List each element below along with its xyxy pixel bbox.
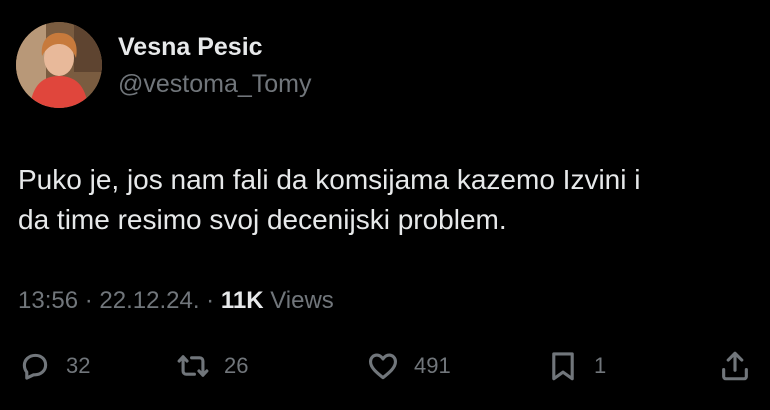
views-count: 11K <box>220 287 264 314</box>
avatar-image <box>16 22 102 108</box>
tweet-meta: 13:56 · 22.12.24. · 11K Views <box>18 287 334 315</box>
tweet-text-line: da time resimo svoj decenijski problem. <box>18 204 507 235</box>
tweet-text: Puko je, jos nam fali da komsijama kazem… <box>18 160 758 240</box>
tweet-date[interactable]: 22.12.24. <box>99 287 199 314</box>
reply-icon <box>22 353 48 380</box>
tweet-text-line: Puko je, jos nam fali da komsijama kazem… <box>18 164 641 195</box>
reply-count: 32 <box>66 353 91 378</box>
reply-button[interactable]: 32 <box>18 338 90 394</box>
share-button[interactable] <box>718 338 752 394</box>
meta-separator: · <box>206 287 215 314</box>
meta-separator: · <box>84 287 93 314</box>
retweet-icon <box>177 355 209 377</box>
like-icon <box>368 353 398 380</box>
author-name[interactable]: Vesna Pesic <box>118 33 263 62</box>
like-button[interactable]: 491 <box>366 338 451 394</box>
bookmark-button[interactable]: 1 <box>546 338 606 394</box>
retweet-button[interactable]: 26 <box>176 338 248 394</box>
avatar[interactable] <box>16 22 102 108</box>
views-label: Views <box>270 287 334 314</box>
author-handle[interactable]: @vestoma_Tomy <box>118 70 312 99</box>
retweet-count: 26 <box>224 353 249 378</box>
bookmark-count: 1 <box>594 353 607 378</box>
tweet-time[interactable]: 13:56 <box>18 287 78 314</box>
bookmark-icon <box>552 352 574 381</box>
like-count: 491 <box>414 353 451 378</box>
action-bar: 32 26 491 1 <box>0 338 770 394</box>
share-icon <box>722 351 748 381</box>
